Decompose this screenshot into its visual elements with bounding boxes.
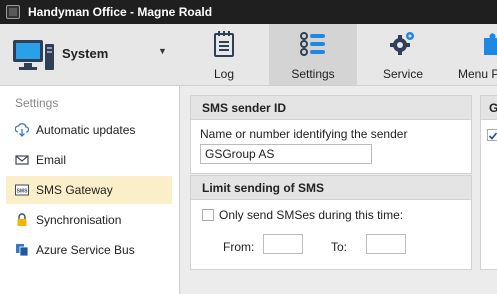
chevron-down-icon[interactable]: ▼ — [158, 46, 167, 56]
settings-list-icon — [300, 32, 325, 56]
from-time-input[interactable] — [263, 234, 303, 254]
panel-title: SMS sender ID — [191, 96, 471, 120]
check-icon — [488, 132, 497, 140]
copy-icon — [15, 243, 29, 257]
sms-sender-panel: SMS sender ID Name or number identifying… — [190, 95, 472, 174]
sidebar: System ▼ Settings Automatic updates Emai… — [0, 24, 180, 294]
svg-text:SMS: SMS — [17, 189, 29, 195]
to-time-input[interactable] — [366, 234, 406, 254]
sidebar-item-synchronisation[interactable]: Synchronisation — [6, 206, 172, 234]
tab-settings[interactable]: Settings — [269, 24, 357, 85]
content-area: SMS sender ID Name or number identifying… — [181, 86, 497, 294]
limit-time-checkbox[interactable] — [202, 209, 214, 221]
gears-icon — [390, 32, 414, 55]
tab-menu[interactable]: Menu P — [448, 24, 497, 85]
tab-label: Menu P — [458, 67, 497, 81]
tab-log[interactable]: Log — [180, 24, 268, 85]
puzzle-icon — [484, 33, 497, 55]
to-label: To: — [331, 240, 348, 254]
sender-field-label: Name or number identifying the sender — [200, 127, 408, 141]
settings-heading: Settings — [15, 96, 59, 110]
computer-icon — [13, 40, 54, 70]
tab-label: Log — [213, 67, 235, 81]
sms-icon: SMS — [15, 183, 29, 197]
sidebar-item-label: SMS Gateway — [36, 183, 113, 197]
module-selector[interactable]: System ▼ — [0, 24, 180, 86]
from-label: From: — [223, 240, 255, 254]
sidebar-item-label: Automatic updates — [36, 123, 136, 137]
panel-title: Limit sending of SMS — [191, 176, 471, 200]
window-title: Handyman Office - Magne Roald — [28, 5, 213, 19]
tab-service[interactable]: Service — [359, 24, 447, 85]
lock-icon — [15, 213, 29, 227]
log-icon — [214, 31, 234, 57]
sender-id-input[interactable] — [200, 144, 372, 164]
sidebar-item-label: Email — [36, 153, 67, 167]
panel-title: G — [481, 96, 497, 120]
right-panel-checkbox[interactable] — [487, 129, 497, 141]
checkbox-label: Only send SMSes during this time: — [219, 208, 404, 222]
sidebar-item-email[interactable]: Email — [6, 146, 172, 174]
title-bar: Handyman Office - Magne Roald — [0, 0, 497, 24]
limit-sms-panel: Limit sending of SMS Only send SMSes dur… — [190, 175, 472, 270]
app-icon — [6, 5, 20, 19]
sidebar-item-label: Azure Service Bus — [36, 243, 135, 257]
ribbon-toolbar: Log Settings Service Menu P — [180, 24, 497, 86]
right-panel: G — [480, 95, 497, 270]
cloud-download-icon — [15, 123, 29, 137]
sidebar-item-azure-service-bus[interactable]: Azure Service Bus — [6, 236, 172, 264]
sidebar-item-label: Synchronisation — [36, 213, 122, 227]
module-label: System — [62, 46, 109, 61]
tab-label: Service — [382, 67, 423, 81]
sidebar-item-automatic-updates[interactable]: Automatic updates — [6, 116, 172, 144]
tab-label: Settings — [291, 67, 335, 81]
sidebar-item-sms-gateway[interactable]: SMS SMS Gateway — [6, 176, 172, 204]
envelope-icon — [15, 153, 29, 167]
